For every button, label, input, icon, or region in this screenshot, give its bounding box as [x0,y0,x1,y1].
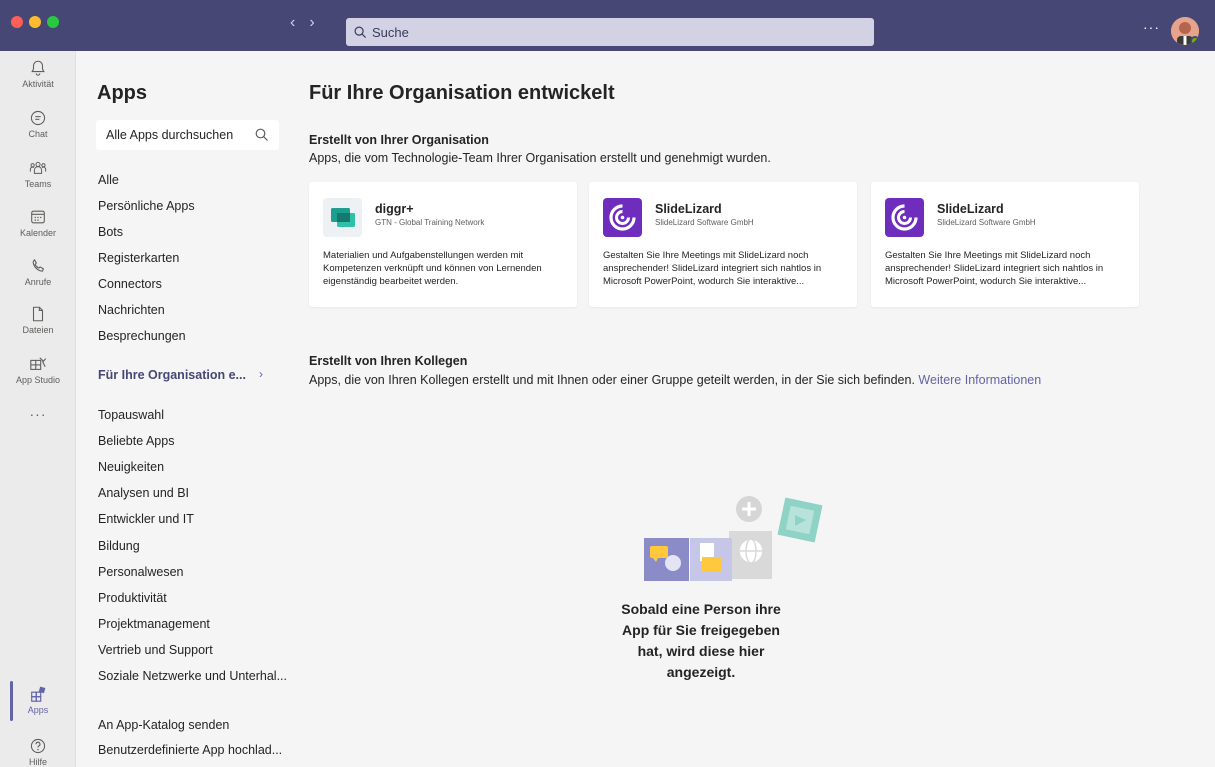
slidelizard-logo-icon [885,198,924,237]
category-project-management[interactable]: Projektmanagement [98,617,210,631]
search-icon[interactable] [255,128,269,142]
app-card-publisher: SlideLizard Software GmbH [937,218,1036,227]
main-content: Für Ihre Organisation entwickelt Erstell… [289,51,1215,767]
history-navigation: ‹ › [290,14,315,32]
colleagues-section-description: Apps, die von Ihren Kollegen erstellt un… [309,373,1041,387]
help-icon [30,738,46,754]
rail-item-more[interactable]: ··· [0,406,76,422]
app-card-publisher: SlideLizard Software GmbH [655,218,754,227]
rail-item-label: Dateien [22,325,54,335]
org-section-description: Apps, die vom Technologie-Team Ihrer Org… [309,151,771,165]
learn-more-link[interactable]: Weitere Informationen [918,373,1041,387]
category-meetings[interactable]: Besprechungen [98,329,186,343]
colleagues-description-text: Apps, die von Ihren Kollegen erstellt un… [309,373,915,387]
rail-item-apps[interactable]: Apps [0,681,76,721]
rail-item-label: Apps [27,705,49,715]
forward-arrow-icon[interactable]: › [309,14,314,32]
rail-item-calls[interactable]: Anrufe [0,257,76,287]
rail-item-label: Hilfe [28,757,47,767]
colleagues-section-title: Erstellt von Ihren Kollegen [309,354,468,368]
app-card-name: SlideLizard [655,202,722,216]
app-bar: Aktivität Chat Teams Kalender Anrufe Dat… [0,51,76,767]
close-window-button[interactable] [11,16,23,28]
category-hr[interactable]: Personalwesen [98,565,183,579]
app-card-diggr[interactable]: diggr+ GTN - Global Training Network Mat… [309,182,577,307]
rail-item-app-studio[interactable]: App Studio [0,355,76,385]
category-productivity[interactable]: Produktivität [98,591,167,605]
category-analytics-bi[interactable]: Analysen und BI [98,486,189,500]
calendar-icon [31,210,45,224]
app-card-slidelizard-2[interactable]: SlideLizard SlideLizard Software GmbH Ge… [871,182,1139,307]
submit-to-app-catalog-link[interactable]: An App-Katalog senden [98,718,229,732]
global-search-input[interactable]: Suche [346,18,874,46]
bell-icon [31,60,45,76]
global-search-placeholder: Suche [372,24,409,40]
category-social-fun[interactable]: Soziale Netzwerke und Unterhal... [98,669,287,683]
category-sales-support[interactable]: Vertrieb und Support [98,643,213,657]
category-popular[interactable]: Beliebte Apps [98,434,174,448]
empty-state-message: Sobald eine Person ihre App für Sie frei… [621,601,781,680]
category-connectors[interactable]: Connectors [98,277,162,291]
app-card-name: SlideLizard [937,202,1004,216]
org-section-title: Erstellt von Ihrer Organisation [309,133,489,147]
user-avatar[interactable] [1171,17,1199,45]
category-all[interactable]: Alle [98,173,119,187]
app-studio-icon [30,357,47,370]
category-whats-new[interactable]: Neuigkeiten [98,460,164,474]
rail-item-help[interactable]: Hilfe [0,737,76,767]
category-built-for-your-org[interactable]: Für Ihre Organisation e... [98,368,246,382]
app-card-description: Gestalten Sie Ihre Meetings mit SlideLiz… [885,250,1104,287]
category-top-picks[interactable]: Topauswahl [98,408,164,422]
presence-available-icon [1190,36,1199,45]
rail-item-label: Chat [28,129,48,139]
apps-title: Apps [97,82,147,104]
minimize-window-button[interactable] [29,16,41,28]
category-developer-it[interactable]: Entwickler und IT [98,512,194,526]
rail-item-label: Kalender [19,228,57,238]
rail-item-chat[interactable]: Chat [0,109,76,139]
rail-item-label: App Studio [15,375,61,385]
category-messages[interactable]: Nachrichten [98,303,165,317]
teams-icon [29,161,47,174]
app-card-description: Materialien und Aufgabenstellungen werde… [323,250,542,287]
app-card-name: diggr+ [375,202,414,216]
chat-icon [30,110,46,126]
category-tabs[interactable]: Registerkarten [98,251,179,265]
empty-state-illustration [644,496,823,581]
page-title: Für Ihre Organisation entwickelt [309,82,615,104]
chevron-right-icon: › [259,367,263,381]
upload-custom-app-link[interactable]: Benutzerdefinierte App hochlad... [98,743,282,757]
apps-search-input[interactable]: Alle Apps durchsuchen [96,120,279,150]
maximize-window-button[interactable] [47,16,59,28]
rail-item-label: Aktivität [22,79,54,89]
app-card-description: Gestalten Sie Ihre Meetings mit SlideLiz… [603,250,822,287]
apps-search-placeholder: Alle Apps durchsuchen [106,128,234,142]
rail-item-label: Teams [24,179,52,189]
diggr-logo-icon [323,198,362,237]
category-personal-apps[interactable]: Persönliche Apps [98,199,195,213]
back-arrow-icon[interactable]: ‹ [290,14,295,32]
rail-item-label: Anrufe [24,277,52,287]
app-card-slidelizard[interactable]: SlideLizard SlideLizard Software GmbH Ge… [589,182,857,307]
category-bots[interactable]: Bots [98,225,123,239]
search-icon [354,26,367,38]
app-card-publisher: GTN - Global Training Network [375,218,485,227]
apps-navigation: Apps Alle Apps durchsuchen Alle Persönli… [76,51,289,767]
category-education[interactable]: Bildung [98,539,140,553]
apps-icon [31,686,46,702]
rail-item-calendar[interactable]: Kalender [0,208,76,238]
phone-icon [32,259,44,272]
more-icon: ··· [29,406,47,422]
slidelizard-logo-icon [603,198,642,237]
title-bar: ‹ › Suche ··· [0,0,1215,51]
rail-item-teams[interactable]: Teams [0,159,76,189]
file-icon [32,306,44,322]
rail-item-files[interactable]: Dateien [0,305,76,335]
more-options-icon[interactable]: ··· [1143,19,1160,35]
rail-item-activity[interactable]: Aktivität [0,59,76,89]
